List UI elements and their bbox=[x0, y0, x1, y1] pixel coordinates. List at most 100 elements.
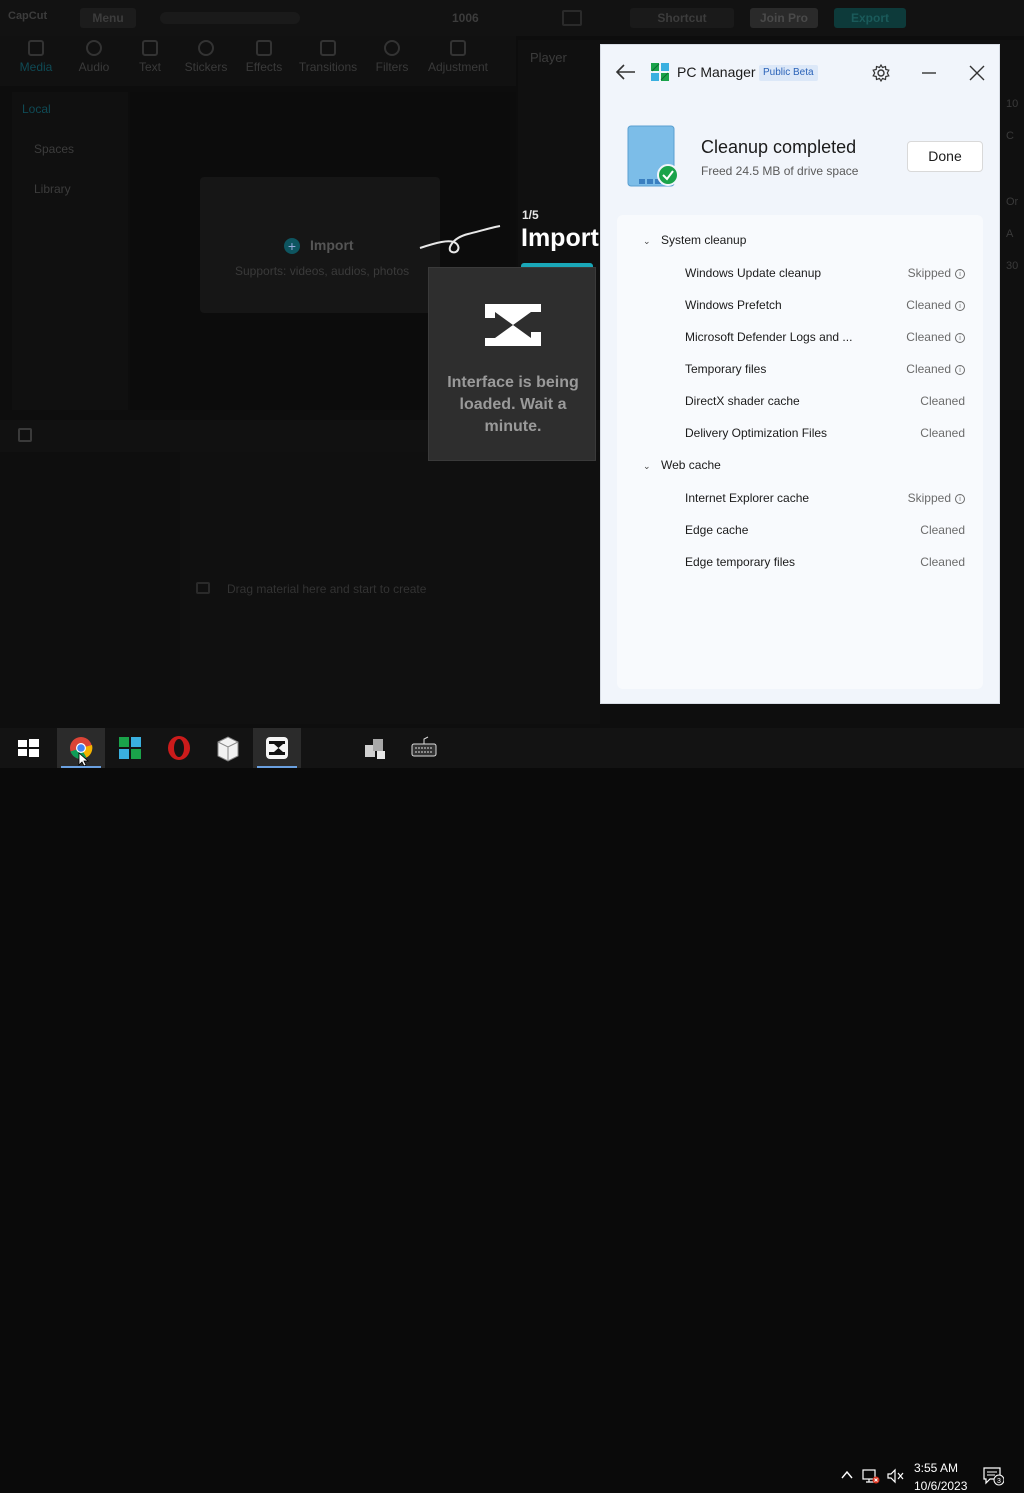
capcut-media-sidebar bbox=[12, 92, 128, 410]
capcut-shortcut-button[interactable]: Shortcut bbox=[630, 8, 734, 28]
tab-media[interactable]: Media bbox=[6, 40, 66, 74]
list-item: DirectX shader cache Cleaned bbox=[685, 394, 965, 408]
keyboard-icon bbox=[411, 736, 437, 757]
list-item: Internet Explorer cache Skipped i bbox=[685, 491, 965, 511]
freed-space-text: Freed 24.5 MB of drive space bbox=[701, 164, 859, 178]
capcut-zoom-value: 1006 bbox=[452, 11, 479, 25]
plus-icon: + bbox=[284, 238, 300, 254]
media-icon bbox=[28, 40, 44, 56]
tab-adjustment[interactable]: Adjustment bbox=[426, 40, 490, 74]
capcut-logo-icon bbox=[485, 304, 541, 346]
text-icon bbox=[142, 40, 158, 56]
done-button[interactable]: Done bbox=[907, 141, 983, 172]
info-icon[interactable]: i bbox=[955, 365, 965, 375]
clock-date[interactable]: 10/6/2023 bbox=[914, 1479, 967, 1493]
drive-cleaned-icon bbox=[627, 125, 679, 187]
chevron-down-icon: ⌄ bbox=[643, 461, 651, 471]
app-title: PC Manager bbox=[677, 64, 756, 80]
taskbar-network-app[interactable] bbox=[351, 728, 399, 768]
tutorial-title: Import bbox=[521, 224, 599, 252]
capcut-right-info-2: C bbox=[1006, 130, 1014, 142]
stickers-icon bbox=[198, 40, 214, 56]
info-icon[interactable]: i bbox=[955, 269, 965, 279]
filters-icon bbox=[384, 40, 400, 56]
list-item: Temporary files Cleaned i bbox=[685, 362, 965, 382]
group-system-cleanup[interactable]: ⌄ System cleanup bbox=[643, 233, 746, 247]
group-web-cache[interactable]: ⌄ Web cache bbox=[643, 458, 721, 472]
list-item: Windows Prefetch Cleaned i bbox=[685, 298, 965, 318]
cleanup-status-title: Cleanup completed bbox=[701, 137, 857, 157]
sidebar-item-spaces[interactable]: Spaces bbox=[34, 142, 74, 156]
start-icon bbox=[18, 739, 39, 757]
import-supported-formats: Supports: videos, audios, photos bbox=[235, 264, 410, 278]
adjustment-icon bbox=[450, 40, 466, 56]
capcut-right-info-1: 10 bbox=[1006, 98, 1019, 110]
capcut-export-button[interactable]: Export bbox=[834, 8, 906, 28]
timeline-drag-hint: Drag material here and start to create bbox=[227, 582, 427, 596]
taskbar-keyboard-app[interactable] bbox=[400, 728, 448, 768]
tutorial-arrow-icon bbox=[419, 225, 501, 254]
audio-icon bbox=[86, 40, 102, 56]
capcut-right-info-4: A bbox=[1006, 228, 1014, 240]
tab-transitions[interactable]: Transitions bbox=[298, 40, 358, 74]
tab-stickers[interactable]: Stickers bbox=[176, 40, 236, 74]
film-icon bbox=[196, 582, 210, 594]
clock-time[interactable]: 3:55 AM bbox=[914, 1461, 958, 1475]
effects-icon bbox=[256, 40, 272, 56]
opera-icon bbox=[168, 736, 190, 760]
import-label: Import bbox=[310, 237, 354, 253]
select-tool-icon[interactable] bbox=[18, 428, 32, 442]
tab-effects[interactable]: Effects bbox=[234, 40, 294, 74]
taskbar-chrome[interactable] bbox=[57, 728, 105, 768]
transitions-icon bbox=[320, 40, 336, 56]
capcut-toolbar: Media Audio Text Stickers Effects Transi… bbox=[0, 36, 516, 86]
taskbar-capcut[interactable] bbox=[253, 728, 301, 768]
show-hidden-icons-chevron-up-icon[interactable] bbox=[840, 1468, 854, 1482]
capcut-icon bbox=[266, 737, 288, 759]
list-item: Delivery Optimization Files Cleaned bbox=[685, 426, 965, 440]
capcut-logo: CapCut bbox=[8, 10, 48, 22]
info-icon[interactable]: i bbox=[955, 333, 965, 343]
tutorial-step: 1/5 bbox=[522, 208, 539, 222]
close-icon[interactable] bbox=[967, 63, 987, 83]
loading-message: Interface is being loaded. Wait a minute… bbox=[447, 374, 579, 435]
public-beta-badge: Public Beta bbox=[759, 65, 818, 81]
taskbar-opera[interactable] bbox=[155, 728, 203, 768]
layout-icon[interactable] bbox=[562, 10, 582, 26]
network-app-icon bbox=[365, 739, 385, 759]
list-item: Edge cache Cleaned bbox=[685, 523, 965, 537]
loading-dialog: Interface is being loaded. Wait a minute… bbox=[428, 267, 596, 461]
sidebar-item-local[interactable]: Local bbox=[22, 102, 51, 116]
tab-audio[interactable]: Audio bbox=[64, 40, 124, 74]
chrome-icon bbox=[70, 737, 93, 767]
info-icon[interactable]: i bbox=[955, 301, 965, 311]
player-title: Player bbox=[530, 50, 567, 65]
capcut-project-name[interactable] bbox=[160, 12, 300, 24]
package-icon bbox=[217, 736, 239, 762]
cleanup-results-list: ⌄ System cleanup Windows Update cleanup S… bbox=[617, 215, 983, 689]
info-icon[interactable]: i bbox=[955, 494, 965, 504]
capcut-join-pro-button[interactable]: Join Pro bbox=[750, 8, 818, 28]
tab-filters[interactable]: Filters bbox=[362, 40, 422, 74]
notification-count: 3 bbox=[997, 1478, 1001, 1485]
start-button[interactable] bbox=[4, 728, 52, 768]
tab-text[interactable]: Text bbox=[120, 40, 180, 74]
capcut-right-info-3: Or bbox=[1006, 196, 1019, 208]
volume-muted-icon[interactable] bbox=[886, 1468, 906, 1484]
pc-manager-logo-icon bbox=[651, 63, 669, 81]
chevron-down-icon: ⌄ bbox=[643, 236, 651, 246]
sidebar-item-library[interactable]: Library bbox=[34, 182, 71, 196]
taskbar-pc-manager[interactable] bbox=[106, 728, 154, 768]
capcut-menu-button[interactable]: Menu bbox=[80, 8, 136, 28]
minimize-icon[interactable] bbox=[919, 63, 939, 83]
notification-center-icon[interactable]: 3 bbox=[982, 1466, 1004, 1486]
pc-manager-window: PC Manager Public Beta Cleanup completed… bbox=[600, 44, 1000, 704]
list-item: Edge temporary files Cleaned bbox=[685, 555, 965, 569]
taskbar: 3:55 AM 10/6/2023 3 bbox=[0, 728, 1024, 1493]
back-arrow-icon[interactable] bbox=[615, 63, 637, 81]
network-icon[interactable] bbox=[862, 1468, 880, 1484]
taskbar-package-app[interactable] bbox=[204, 728, 252, 768]
capcut-right-info-5: 30 bbox=[1006, 260, 1019, 272]
gear-icon[interactable] bbox=[871, 63, 891, 83]
list-item: Windows Update cleanup Skipped i bbox=[685, 266, 965, 286]
